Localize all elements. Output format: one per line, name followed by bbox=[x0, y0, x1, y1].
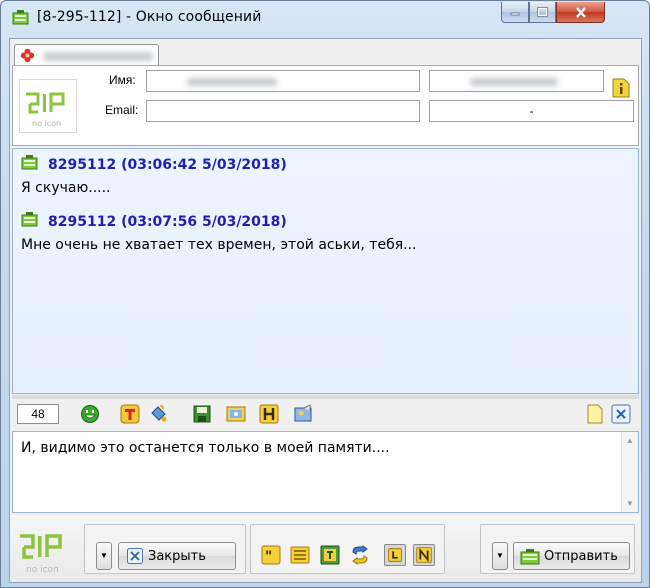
svg-text:": " bbox=[265, 549, 272, 565]
text-color-icon[interactable] bbox=[120, 404, 140, 424]
format-toolbar: 48 bbox=[12, 401, 639, 431]
minimize-icon bbox=[510, 12, 520, 16]
contact-avatar: no icon bbox=[19, 79, 77, 133]
exchange-icon[interactable] bbox=[349, 544, 371, 566]
splitter-handle[interactable] bbox=[12, 395, 639, 399]
send-message-icon bbox=[520, 548, 540, 564]
name-blurred bbox=[187, 78, 277, 86]
email-label: Email: bbox=[105, 103, 139, 117]
contact-card-icon[interactable] bbox=[293, 404, 313, 424]
maximize-icon bbox=[537, 7, 548, 17]
phone-field[interactable] bbox=[429, 70, 604, 92]
logo-caption: no icon bbox=[26, 565, 59, 575]
qip-logo-icon: no icon bbox=[20, 534, 62, 575]
history-icon[interactable] bbox=[259, 404, 279, 424]
translit-icon[interactable] bbox=[319, 544, 341, 566]
name-label: Имя: bbox=[109, 73, 136, 87]
message-header: 8295112 (03:06:42 5/03/2018) bbox=[48, 157, 287, 173]
minimize-button[interactable] bbox=[501, 2, 529, 23]
message-history[interactable]: 8295112 (03:06:42 5/03/2018) Я скучаю...… bbox=[12, 148, 639, 394]
message-header: 8295112 (03:07:56 5/03/2018) bbox=[48, 214, 287, 230]
message-window: [8-295-112] - Окно сообщений no icon Имя… bbox=[0, 0, 650, 588]
title-bar[interactable]: [8-295-112] - Окно сообщений bbox=[1, 1, 649, 33]
message-input[interactable]: И, видимо это останется только в моей па… bbox=[12, 431, 639, 513]
message-text: Мне очень не хватает тех времен, этой ас… bbox=[21, 237, 417, 253]
tab-label-blurred bbox=[43, 52, 153, 61]
new-note-icon[interactable] bbox=[585, 404, 605, 424]
close-options-dropdown[interactable]: ▼ bbox=[96, 542, 112, 570]
email-extra-value: - bbox=[529, 104, 534, 118]
paint-bucket-icon[interactable] bbox=[148, 404, 168, 424]
message-window-icon bbox=[12, 10, 29, 25]
name-field[interactable] bbox=[146, 70, 420, 92]
flower-status-icon bbox=[20, 48, 35, 63]
template-icon[interactable] bbox=[289, 544, 311, 566]
client-area: no icon Имя: Email: - 8295112 (03:06:42 … bbox=[9, 38, 642, 583]
phone-blurred bbox=[470, 78, 558, 86]
hold-icon[interactable] bbox=[384, 544, 406, 566]
message-input-text: И, видимо это останется только в моей па… bbox=[21, 440, 390, 456]
email-field[interactable] bbox=[146, 100, 420, 122]
tab-contact[interactable] bbox=[14, 44, 159, 66]
message-icon bbox=[21, 212, 38, 227]
message-text: Я скучаю..... bbox=[21, 180, 111, 196]
maximize-button[interactable] bbox=[529, 2, 556, 23]
font-size-input[interactable]: 48 bbox=[17, 404, 59, 424]
quote-icon[interactable]: " bbox=[260, 544, 282, 566]
send-picture-icon[interactable] bbox=[226, 404, 246, 424]
close-button-label: Закрыть bbox=[148, 548, 206, 564]
save-icon[interactable] bbox=[192, 404, 212, 424]
contact-info-panel: no icon Имя: Email: - bbox=[12, 65, 639, 146]
close-button[interactable]: Закрыть bbox=[118, 542, 236, 570]
close-window-button[interactable] bbox=[556, 2, 605, 23]
info-icon[interactable] bbox=[612, 78, 630, 98]
window-title: [8-295-112] - Окно сообщений bbox=[37, 9, 262, 25]
send-button[interactable]: Отправить bbox=[513, 542, 630, 570]
clear-icon[interactable] bbox=[611, 404, 631, 424]
scroll-down-icon[interactable]: ▼ bbox=[626, 499, 634, 508]
smiley-icon[interactable] bbox=[80, 404, 100, 424]
notify-icon[interactable] bbox=[413, 544, 435, 566]
input-scrollbar[interactable]: ▲ ▼ bbox=[621, 432, 638, 512]
message-icon bbox=[21, 155, 38, 170]
send-button-label: Отправить bbox=[544, 548, 618, 564]
close-icon bbox=[575, 6, 586, 18]
logo-caption: no icon bbox=[32, 119, 61, 128]
close-icon bbox=[127, 548, 143, 564]
qip-logo-icon: no icon bbox=[26, 92, 65, 128]
email-extra-field[interactable]: - bbox=[429, 100, 634, 122]
scroll-up-icon[interactable]: ▲ bbox=[626, 436, 634, 445]
send-options-dropdown[interactable]: ▼ bbox=[492, 542, 508, 570]
bottom-bar: no icon ▼ Закрыть " ▼ Отправить bbox=[10, 515, 641, 582]
